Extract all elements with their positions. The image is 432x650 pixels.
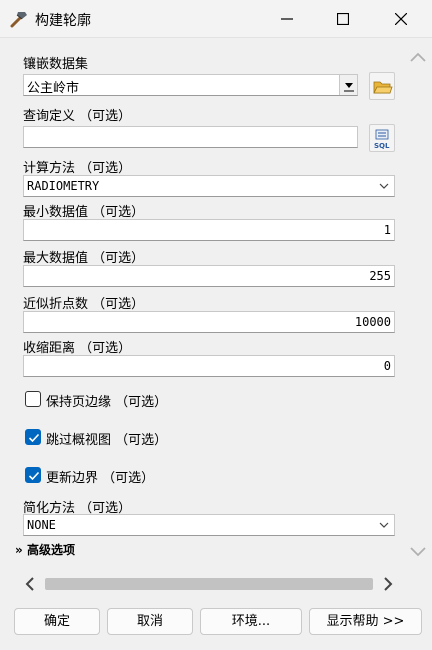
shrink-label: 收缩距离 （可选） bbox=[23, 341, 132, 356]
mosaic-dropdown-button[interactable] bbox=[339, 75, 357, 95]
chevron-down-icon bbox=[379, 183, 389, 189]
query-input[interactable] bbox=[23, 126, 358, 148]
horizontal-scrollbar[interactable] bbox=[23, 575, 395, 593]
scrollbar-thumb[interactable] bbox=[45, 578, 373, 590]
folder-icon bbox=[373, 81, 393, 94]
update-boundary-label: 更新边界 （可选） bbox=[46, 471, 155, 486]
mosaic-value: 公主岭市 bbox=[27, 81, 80, 96]
ok-button[interactable]: 确定 bbox=[14, 608, 100, 635]
browse-button[interactable] bbox=[369, 72, 395, 100]
window-title: 构建轮廓 bbox=[35, 13, 91, 29]
checkmark-icon bbox=[28, 471, 40, 481]
skip-overview-label: 跳过概视图 （可选） bbox=[46, 433, 168, 448]
maximize-button[interactable] bbox=[320, 0, 366, 38]
scroll-up-icon[interactable] bbox=[409, 51, 427, 65]
minimize-button[interactable] bbox=[264, 0, 310, 38]
min-value: 1 bbox=[383, 223, 391, 237]
keep-edge-label: 保持页边缘 （可选） bbox=[46, 395, 168, 410]
mosaic-combobox[interactable]: 公主岭市 bbox=[23, 74, 358, 96]
mosaic-label: 镶嵌数据集 bbox=[23, 57, 89, 72]
shrink-value: 0 bbox=[383, 359, 391, 373]
minimize-icon bbox=[281, 18, 293, 20]
environments-button[interactable]: 环境... bbox=[200, 608, 302, 635]
max-value-label: 最大数据值 （可选） bbox=[23, 251, 145, 266]
max-value-input[interactable]: 255 bbox=[23, 265, 395, 287]
checkmark-icon bbox=[28, 433, 40, 443]
scroll-down-icon[interactable] bbox=[409, 544, 427, 558]
method-label: 计算方法 （可选） bbox=[23, 161, 132, 176]
close-button[interactable] bbox=[378, 0, 424, 38]
svg-text:SQL: SQL bbox=[374, 142, 390, 150]
hammer-icon bbox=[8, 8, 30, 30]
max-value: 255 bbox=[369, 269, 391, 283]
sql-icon: SQL bbox=[374, 129, 390, 150]
tool-parameters-panel: 镶嵌数据集 公主岭市 查询定义 （可选） SQL 计算方法 （可选） RADIO… bbox=[8, 42, 430, 600]
method-value: RADIOMETRY bbox=[27, 179, 100, 193]
vertices-value: 10000 bbox=[354, 315, 391, 329]
vertices-input[interactable]: 10000 bbox=[23, 311, 395, 333]
advanced-options-toggle[interactable]: » 高级选项 bbox=[15, 541, 75, 558]
double-chevron-down-icon: » bbox=[15, 543, 23, 557]
min-value-input[interactable]: 1 bbox=[23, 219, 395, 241]
vertices-label: 近似折点数 （可选） bbox=[23, 297, 145, 312]
min-value-label: 最小数据值 （可选） bbox=[23, 205, 145, 220]
scroll-right-icon[interactable] bbox=[381, 577, 395, 591]
simplify-select[interactable]: NONE bbox=[23, 514, 395, 536]
simplify-value: NONE bbox=[27, 518, 56, 532]
chevron-down-icon bbox=[379, 522, 389, 528]
skip-overview-checkbox[interactable] bbox=[25, 429, 41, 445]
advanced-options-label: 高级选项 bbox=[26, 543, 75, 557]
title-bar: 构建轮廓 bbox=[0, 0, 432, 38]
query-label: 查询定义 （可选） bbox=[23, 109, 132, 124]
dropdown-arrow-icon bbox=[344, 83, 354, 92]
close-icon bbox=[395, 13, 407, 25]
update-boundary-checkbox[interactable] bbox=[25, 467, 41, 483]
method-select[interactable]: RADIOMETRY bbox=[23, 175, 395, 197]
maximize-icon bbox=[337, 13, 349, 25]
shrink-input[interactable]: 0 bbox=[23, 355, 395, 377]
sql-button[interactable]: SQL bbox=[369, 124, 395, 152]
cancel-button[interactable]: 取消 bbox=[107, 608, 193, 635]
show-help-button[interactable]: 显示帮助 >> bbox=[309, 608, 422, 635]
dialog-buttons: 确定 取消 环境... 显示帮助 >> bbox=[0, 600, 432, 650]
scroll-left-icon[interactable] bbox=[23, 577, 37, 591]
keep-edge-checkbox[interactable] bbox=[25, 391, 41, 407]
